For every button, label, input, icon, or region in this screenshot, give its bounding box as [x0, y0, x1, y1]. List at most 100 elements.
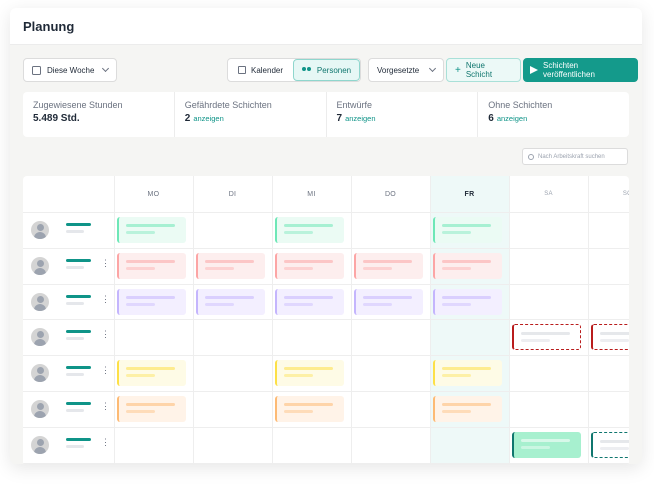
stat-show-link[interactable]: anzeigen: [497, 114, 527, 123]
shift-card[interactable]: [354, 252, 423, 279]
employee-role-placeholder: [66, 265, 84, 269]
chevron-down-icon: [428, 64, 437, 73]
day-header-mi: MI: [307, 190, 316, 198]
shift-card[interactable]: [433, 396, 502, 422]
shift-title-placeholder: [442, 367, 491, 371]
employee-row-header[interactable]: [31, 220, 91, 240]
people-icon: [301, 66, 312, 74]
employee-row-header[interactable]: ⋮: [31, 256, 110, 276]
shift-card[interactable]: [433, 360, 502, 387]
shift-card[interactable]: [117, 252, 186, 279]
shift-card[interactable]: [117, 360, 186, 387]
shift-title-placeholder: [521, 332, 570, 336]
more-options-icon[interactable]: ⋮: [101, 294, 110, 304]
shift-time-placeholder: [521, 339, 550, 343]
calendar-icon: [237, 66, 246, 74]
shift-time-placeholder: [126, 410, 155, 413]
stat-label: Entwürfe: [336, 100, 373, 110]
shift-title-placeholder: [442, 259, 491, 263]
shift-card[interactable]: [196, 288, 265, 315]
app-window: Planung Diese Woche Kalender Personen Vo…: [10, 8, 642, 464]
employee-name-placeholder: [66, 366, 91, 370]
stat-show-link[interactable]: anzeigen: [193, 114, 223, 123]
shift-card[interactable]: [591, 431, 629, 458]
shift-card[interactable]: [354, 288, 423, 315]
shift-time-placeholder: [600, 446, 629, 450]
search-input[interactable]: Nach Arbeitskraft suchen: [522, 148, 628, 165]
shift-card[interactable]: [275, 217, 344, 243]
stat-at-risk-shifts: Gefährdete Schichten 2 anzeigen: [175, 92, 327, 137]
employee-role-placeholder: [66, 337, 84, 341]
shift-card[interactable]: [117, 217, 186, 243]
shift-card[interactable]: [512, 324, 581, 351]
shift-card[interactable]: [275, 252, 344, 279]
chevron-down-icon: [101, 64, 110, 73]
shift-title-placeholder: [205, 295, 254, 299]
employee-row-header[interactable]: ⋮: [31, 435, 110, 455]
shift-card[interactable]: [433, 252, 502, 279]
employee-name-placeholder: [66, 258, 91, 262]
shift-card[interactable]: [196, 252, 265, 279]
employee-name-placeholder: [66, 437, 91, 441]
week-selector[interactable]: Diese Woche: [23, 58, 117, 82]
supervisor-select[interactable]: Vorgesetzte: [368, 58, 444, 82]
shift-title-placeholder: [126, 295, 175, 299]
more-options-icon[interactable]: ⋮: [101, 366, 110, 375]
shift-time-placeholder: [205, 302, 234, 306]
more-options-icon[interactable]: ⋮: [101, 258, 110, 268]
employee-role-placeholder: [66, 409, 84, 412]
shift-title-placeholder: [442, 295, 491, 299]
view-calendar-button[interactable]: Kalender: [228, 59, 293, 81]
stat-without-shifts: Ohne Schichten 6 anzeigen: [478, 92, 629, 137]
shift-title-placeholder: [126, 259, 175, 263]
employee-name-placeholder: [66, 223, 91, 226]
employee-row-header[interactable]: ⋮: [31, 292, 110, 312]
shift-card[interactable]: [275, 360, 344, 387]
shift-card[interactable]: [433, 288, 502, 315]
day-header-so: SO: [622, 191, 629, 197]
grid-divider: [23, 247, 629, 249]
shift-time-placeholder: [442, 231, 471, 234]
grid-divider: [23, 462, 629, 464]
new-shift-button[interactable]: + Neue Schicht: [446, 58, 521, 82]
more-options-icon[interactable]: ⋮: [101, 330, 110, 339]
page-title: Planung: [23, 19, 75, 34]
title-bar: Planung: [10, 8, 642, 45]
avatar: [31, 256, 49, 275]
shift-card[interactable]: [275, 288, 344, 315]
shift-card[interactable]: [433, 217, 502, 243]
stat-value: 5.489 Std.: [33, 113, 80, 124]
shift-time-placeholder: [205, 266, 234, 270]
shift-title-placeholder: [284, 367, 333, 371]
shift-card[interactable]: [117, 288, 186, 315]
shift-card[interactable]: [591, 324, 629, 351]
publish-shifts-label: Schichten veröffentlichen: [543, 61, 595, 79]
avatar: [31, 364, 49, 383]
shift-time-placeholder: [442, 266, 471, 270]
more-options-icon[interactable]: ⋮: [101, 402, 110, 411]
employee-name-placeholder: [66, 294, 91, 298]
employee-role-placeholder: [66, 230, 84, 233]
shift-card[interactable]: [512, 431, 581, 458]
shift-time-placeholder: [126, 231, 155, 234]
shift-card[interactable]: [117, 396, 186, 422]
grid-divider: [23, 426, 629, 428]
grid-divider: [23, 355, 629, 357]
employee-name-placeholder: [66, 330, 91, 334]
grid-divider: [23, 283, 629, 285]
more-options-icon[interactable]: ⋮: [101, 437, 110, 447]
shift-time-placeholder: [363, 266, 392, 270]
employee-row-header[interactable]: ⋮: [31, 399, 110, 419]
stat-show-link[interactable]: anzeigen: [345, 114, 375, 123]
employee-row-header[interactable]: ⋮: [31, 363, 110, 383]
avatar: [31, 328, 49, 347]
view-people-button[interactable]: Personen: [293, 59, 360, 81]
avatar: [31, 292, 49, 311]
week-selector-label: Diese Woche: [47, 65, 95, 75]
shift-card[interactable]: [275, 396, 344, 422]
supervisor-select-label: Vorgesetzte: [377, 65, 420, 75]
publish-shifts-button[interactable]: Schichten veröffentlichen: [523, 58, 638, 82]
view-people-label: Personen: [316, 65, 352, 75]
employee-role-placeholder: [66, 301, 84, 305]
employee-row-header[interactable]: ⋮: [31, 327, 110, 347]
